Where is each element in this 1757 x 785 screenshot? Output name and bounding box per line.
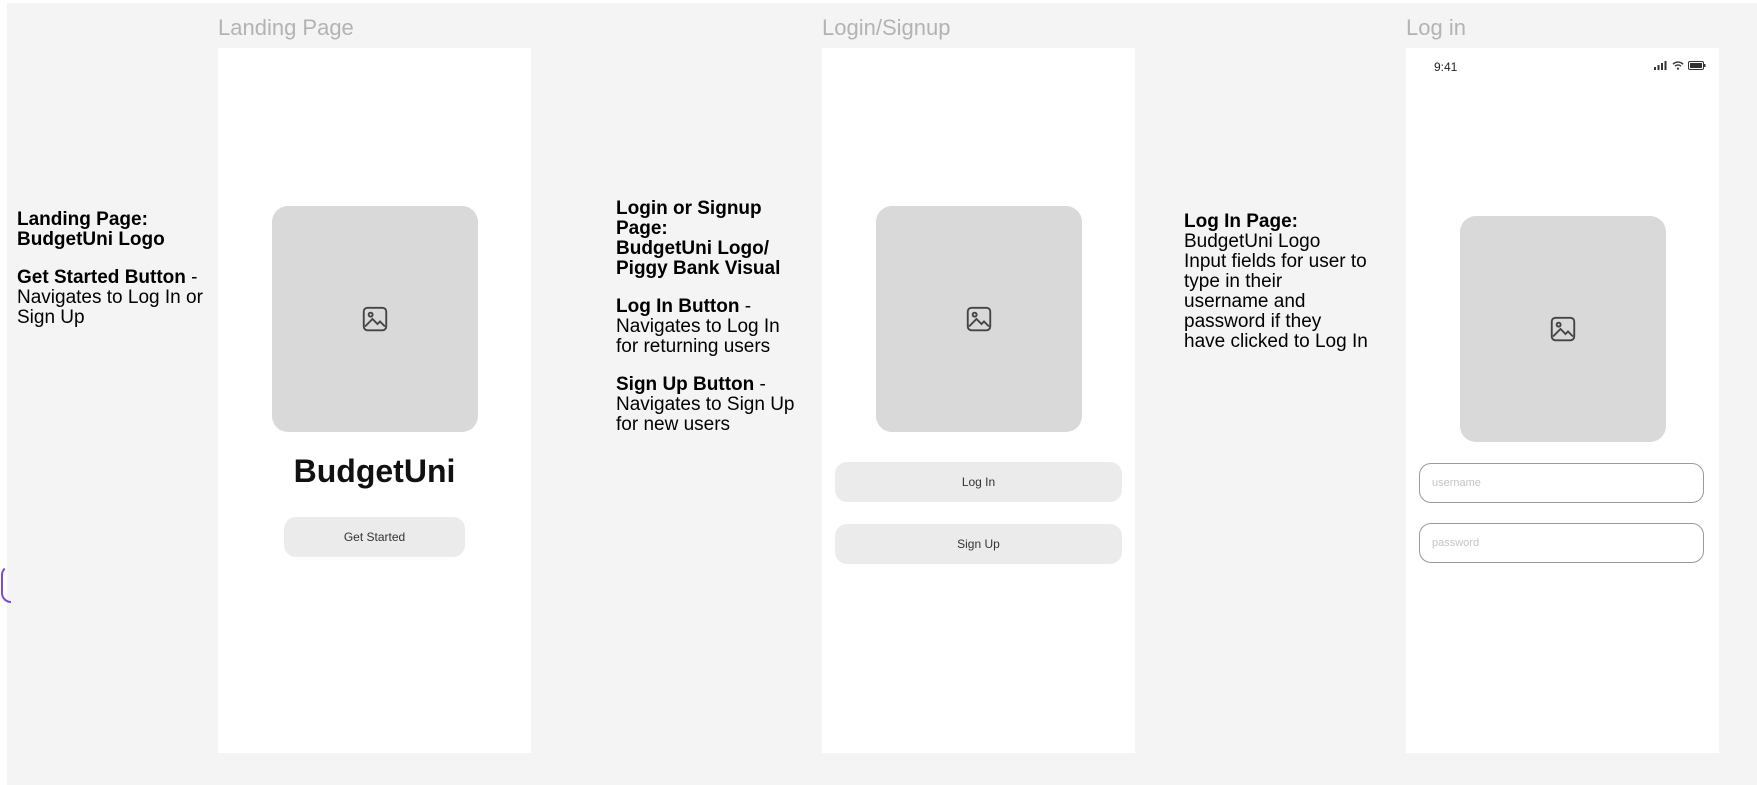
username-field[interactable] [1419,463,1704,503]
signup-button[interactable]: Sign Up [835,524,1122,564]
note-landing-button-label: Get Started Button [17,267,186,288]
frame-landing: BudgetUni Get Started [218,48,531,753]
status-icons [1654,61,1706,70]
battery-icon [1688,61,1706,70]
password-field[interactable] [1419,523,1704,563]
logo-placeholder [272,206,478,432]
get-started-button[interactable]: Get Started [284,517,465,557]
frame-title-login-signup: Login/Signup [822,15,951,40]
image-placeholder-icon [362,306,388,332]
image-placeholder-icon [1550,316,1576,342]
frame-title-login: Log in [1406,15,1466,40]
frame-login: 9:41 [1406,48,1719,753]
note-signup-button: Sign Up Button - Navigates to Sign Up fo… [616,375,816,435]
brand-title: BudgetUni [293,453,456,489]
cursor-indicator [1,565,11,603]
logo-placeholder [876,206,1082,432]
frame-login-signup: Log In Sign Up [822,48,1135,753]
note-login-button: Log In Button - Navigates to Log In for … [616,297,816,357]
logo-placeholder [1460,216,1666,442]
image-placeholder-icon [966,306,992,332]
note-login-signup: Login or Signup Page: BudgetUni Logo/ Pi… [616,199,816,453]
note-login-signup-heading: Login or Signup Page: BudgetUni Logo/ Pi… [616,198,781,279]
login-button[interactable]: Log In [835,462,1122,502]
design-canvas: Landing Page: BudgetUni Logo Get Started… [1,3,1757,785]
note-login-button-label: Log In Button [616,296,740,317]
status-time: 9:41 [1434,60,1458,74]
wifi-icon [1672,61,1684,70]
note-login: Log In Page: BudgetUni Logo Input fields… [1184,212,1389,352]
note-login-desc: BudgetUni Logo Input fields for user to … [1184,231,1368,352]
note-landing-button: Get Started Button - Navigates to Log In… [17,268,227,328]
note-landing-heading: Landing Page: BudgetUni Logo [17,209,165,250]
signal-icon [1654,61,1667,70]
note-login-heading: Log In Page: [1184,211,1298,232]
note-landing: Landing Page: BudgetUni Logo Get Started… [17,210,227,346]
frame-title-landing: Landing Page [218,15,354,40]
note-signup-button-label: Sign Up Button [616,374,755,395]
